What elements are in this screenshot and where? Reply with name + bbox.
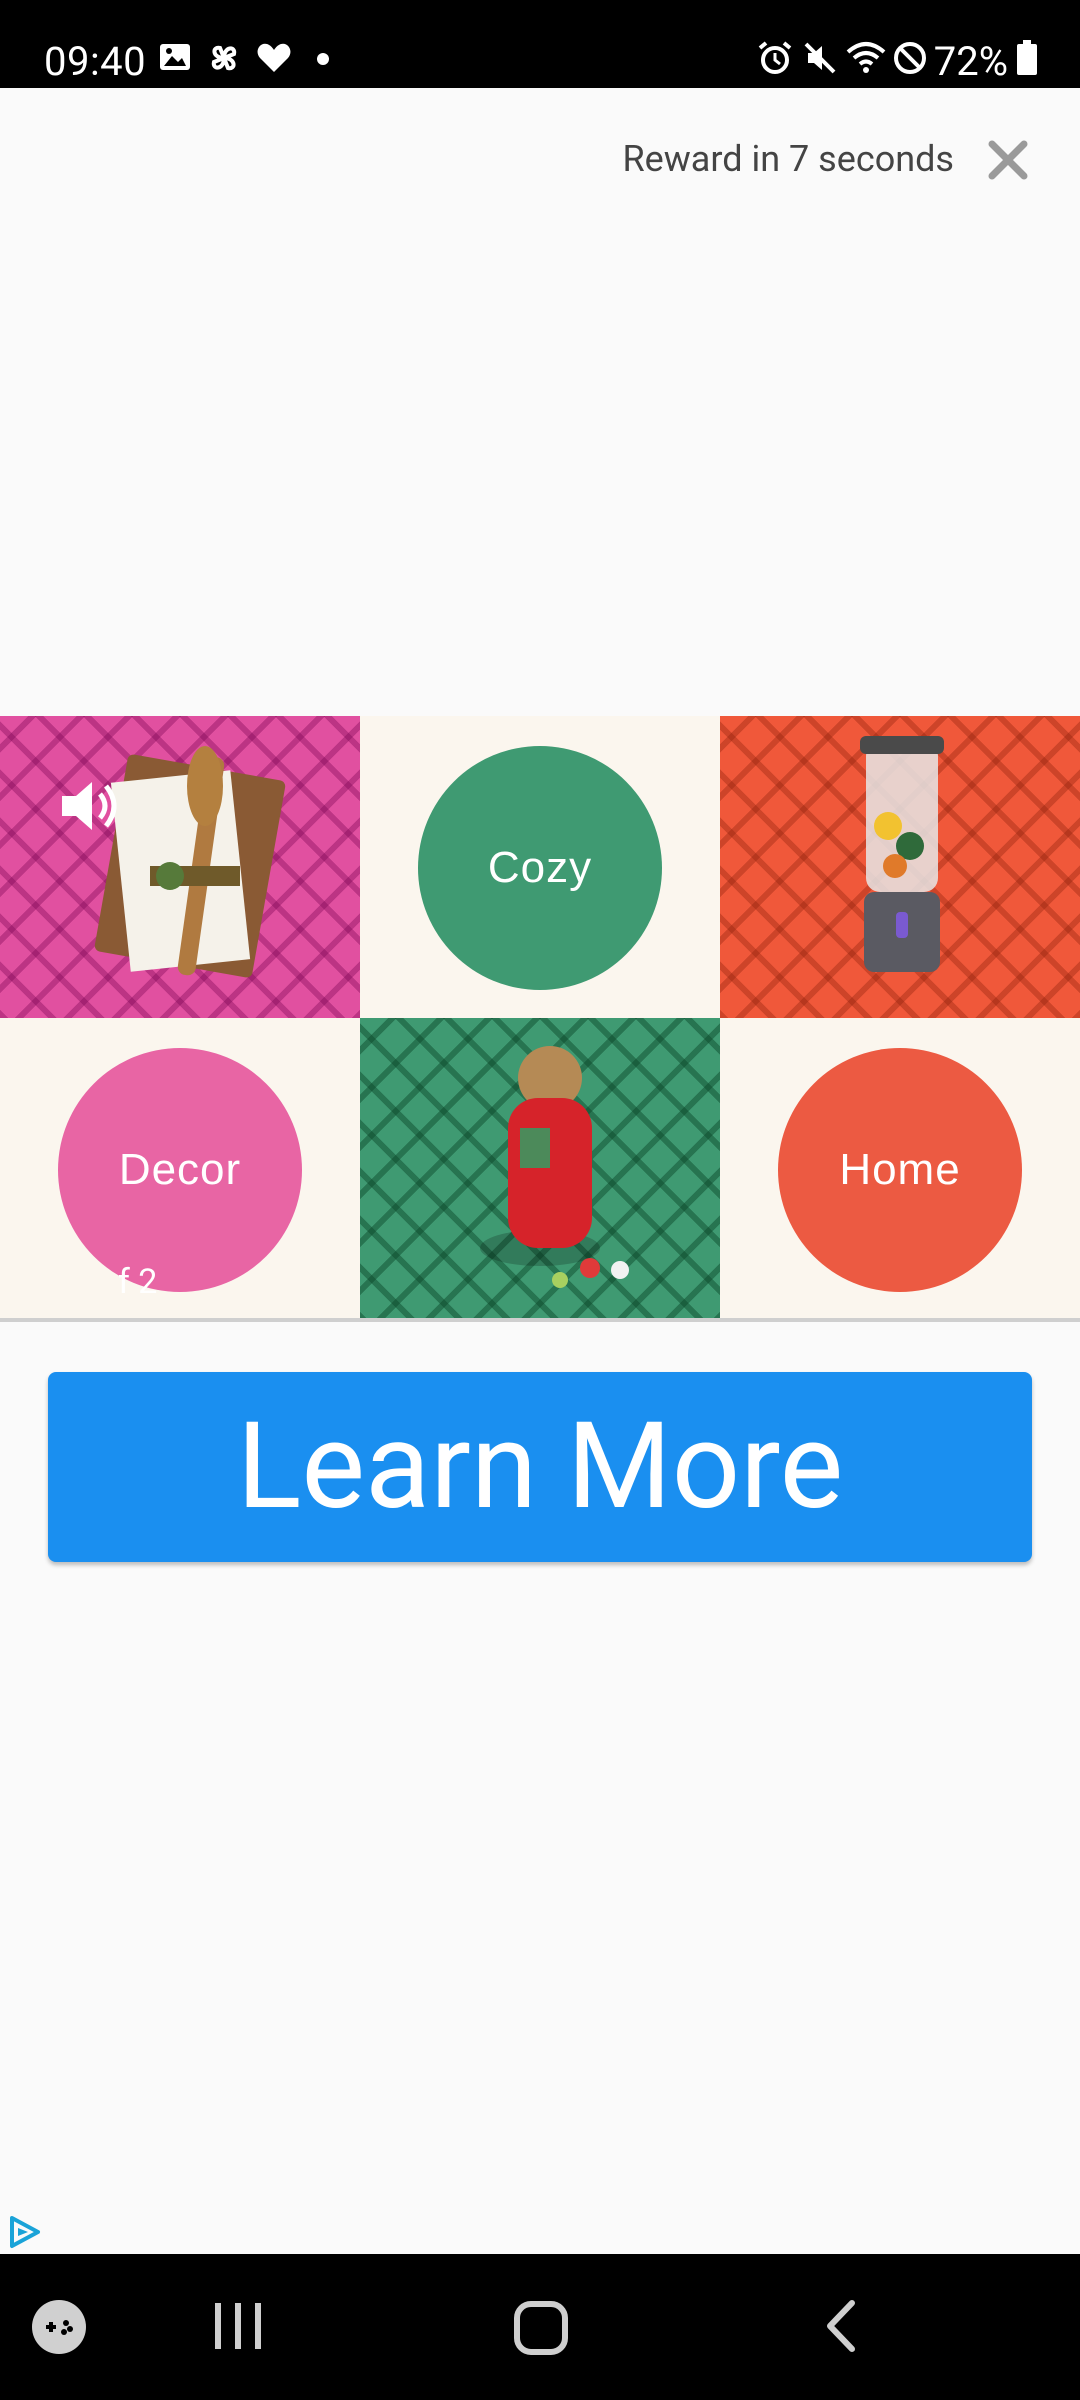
tile-cozy: Cozy <box>360 716 720 1018</box>
close-icon[interactable] <box>984 136 1032 184</box>
navigation-bar <box>0 2254 1080 2400</box>
wifi-icon <box>846 42 886 73</box>
utensils-image <box>94 746 286 978</box>
dot-icon <box>317 53 329 65</box>
home-badge: Home <box>778 1048 1022 1292</box>
tile-kitchen-utensils <box>0 716 360 1018</box>
alarm-icon <box>758 41 792 74</box>
status-bar: 09:40 72% <box>0 0 1080 88</box>
reward-countdown: Reward in 7 seconds <box>622 138 954 180</box>
back-icon[interactable] <box>820 2299 860 2353</box>
tile-decor: Decor <box>0 1018 360 1320</box>
dog-image <box>480 1046 629 1288</box>
game-launcher-icon[interactable] <box>30 2298 88 2356</box>
home-icon[interactable] <box>512 2299 570 2357</box>
status-time: 09:40 <box>44 38 147 85</box>
mute-icon <box>804 42 836 74</box>
creative-divider <box>0 1318 1080 1322</box>
tile-blender <box>720 716 1080 1018</box>
heart-icon <box>257 43 291 72</box>
recents-icon[interactable] <box>210 2299 266 2353</box>
tile-dog <box>360 1018 720 1320</box>
speaker-icon[interactable] <box>58 778 122 834</box>
decor-badge: Decor <box>58 1048 302 1292</box>
battery-percent: 72% <box>933 38 1008 85</box>
cozy-badge: Cozy <box>418 746 662 990</box>
learn-more-button[interactable]: Learn More <box>48 1372 1032 1562</box>
adchoices-icon[interactable] <box>6 2214 42 2250</box>
pinwheel-icon <box>211 45 237 71</box>
ad-creative[interactable]: Cozy Decor Home <box>0 716 1080 1320</box>
pager-text: f 2 <box>118 1262 158 1302</box>
blender-image <box>860 736 944 972</box>
gallery-icon <box>160 44 190 70</box>
tile-home: Home <box>720 1018 1080 1320</box>
battery-icon <box>1017 40 1037 75</box>
dnd-icon <box>894 42 926 74</box>
